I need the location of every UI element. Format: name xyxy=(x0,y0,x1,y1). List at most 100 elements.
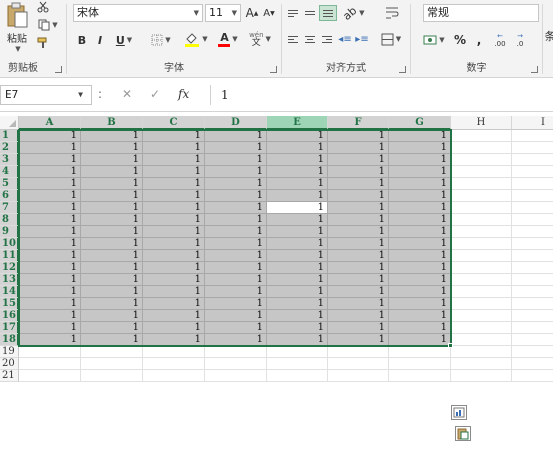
cell-i11[interactable] xyxy=(512,250,553,262)
align-top-button[interactable] xyxy=(286,6,300,20)
cell-c20[interactable] xyxy=(143,358,205,370)
cell-i15[interactable] xyxy=(512,298,553,310)
cell-b18[interactable]: 1 xyxy=(81,334,143,346)
cell-h1[interactable] xyxy=(451,130,512,142)
cell-e2[interactable]: 1 xyxy=(267,142,328,154)
name-box[interactable]: E7 ▼ xyxy=(0,85,92,105)
fill-handle[interactable] xyxy=(448,343,453,348)
cell-i8[interactable] xyxy=(512,214,553,226)
cell-h4[interactable] xyxy=(451,166,512,178)
cell-b13[interactable]: 1 xyxy=(81,274,143,286)
cell-c13[interactable]: 1 xyxy=(143,274,205,286)
row-header-8[interactable]: 8 xyxy=(0,214,19,226)
cell-d15[interactable]: 1 xyxy=(205,298,267,310)
cell-g6[interactable]: 1 xyxy=(389,190,451,202)
cell-c2[interactable]: 1 xyxy=(143,142,205,154)
quick-analysis-button[interactable] xyxy=(451,405,467,420)
align-middle-button[interactable] xyxy=(303,6,317,20)
cell-c21[interactable] xyxy=(143,370,205,382)
cell-g3[interactable]: 1 xyxy=(389,154,451,166)
row-header-12[interactable]: 12 xyxy=(0,262,19,274)
row-header-4[interactable]: 4 xyxy=(0,166,19,178)
cell-a5[interactable]: 1 xyxy=(19,178,81,190)
cell-i19[interactable] xyxy=(512,346,553,358)
cell-d4[interactable]: 1 xyxy=(205,166,267,178)
cell-c12[interactable]: 1 xyxy=(143,262,205,274)
cell-g18[interactable]: 1 xyxy=(389,334,451,346)
cell-e19[interactable] xyxy=(267,346,328,358)
cell-a12[interactable]: 1 xyxy=(19,262,81,274)
cell-i18[interactable] xyxy=(512,334,553,346)
cell-i17[interactable] xyxy=(512,322,553,334)
cell-a16[interactable]: 1 xyxy=(19,310,81,322)
cell-f8[interactable]: 1 xyxy=(328,214,389,226)
cell-b3[interactable]: 1 xyxy=(81,154,143,166)
cut-button[interactable] xyxy=(36,0,50,14)
cell-i4[interactable] xyxy=(512,166,553,178)
cell-f5[interactable]: 1 xyxy=(328,178,389,190)
cell-c19[interactable] xyxy=(143,346,205,358)
cell-b16[interactable]: 1 xyxy=(81,310,143,322)
cell-f6[interactable]: 1 xyxy=(328,190,389,202)
cell-e15[interactable]: 1 xyxy=(267,298,328,310)
format-painter-button[interactable] xyxy=(36,36,50,50)
cell-a17[interactable]: 1 xyxy=(19,322,81,334)
cell-d2[interactable]: 1 xyxy=(205,142,267,154)
cell-c7[interactable]: 1 xyxy=(143,202,205,214)
cell-e9[interactable]: 1 xyxy=(267,226,328,238)
decrease-indent-button[interactable]: ◂≡ xyxy=(338,32,352,46)
cell-g15[interactable]: 1 xyxy=(389,298,451,310)
cell-e1[interactable]: 1 xyxy=(267,130,328,142)
column-header-g[interactable]: G xyxy=(389,116,451,130)
cell-d8[interactable]: 1 xyxy=(205,214,267,226)
cell-g8[interactable]: 1 xyxy=(389,214,451,226)
row-header-14[interactable]: 14 xyxy=(0,286,19,298)
cell-h19[interactable] xyxy=(451,346,512,358)
cell-c9[interactable]: 1 xyxy=(143,226,205,238)
clipboard-launcher-icon[interactable] xyxy=(55,66,62,73)
cell-e11[interactable]: 1 xyxy=(267,250,328,262)
cell-i6[interactable] xyxy=(512,190,553,202)
cell-e3[interactable]: 1 xyxy=(267,154,328,166)
cell-h17[interactable] xyxy=(451,322,512,334)
cell-e18[interactable]: 1 xyxy=(267,334,328,346)
cell-d14[interactable]: 1 xyxy=(205,286,267,298)
cell-d20[interactable] xyxy=(205,358,267,370)
cell-d10[interactable]: 1 xyxy=(205,238,267,250)
cell-b14[interactable]: 1 xyxy=(81,286,143,298)
align-right-button[interactable] xyxy=(320,32,334,46)
cell-f7[interactable]: 1 xyxy=(328,202,389,214)
comma-style-button[interactable]: , xyxy=(473,32,485,48)
row-header-10[interactable]: 10 xyxy=(0,238,19,250)
cell-e12[interactable]: 1 xyxy=(267,262,328,274)
cell-b12[interactable]: 1 xyxy=(81,262,143,274)
cell-i2[interactable] xyxy=(512,142,553,154)
column-header-f[interactable]: F xyxy=(328,116,389,130)
row-header-16[interactable]: 16 xyxy=(0,310,19,322)
number-format-combo[interactable]: 常规 xyxy=(423,4,539,22)
increase-decimal-button[interactable]: ← .00 xyxy=(491,30,509,50)
cell-g11[interactable]: 1 xyxy=(389,250,451,262)
cell-i9[interactable] xyxy=(512,226,553,238)
font-launcher-icon[interactable] xyxy=(270,66,277,73)
cell-f20[interactable] xyxy=(328,358,389,370)
cell-g12[interactable]: 1 xyxy=(389,262,451,274)
cell-c18[interactable]: 1 xyxy=(143,334,205,346)
cell-a21[interactable] xyxy=(19,370,81,382)
cell-d16[interactable]: 1 xyxy=(205,310,267,322)
cell-a18[interactable]: 1 xyxy=(19,334,81,346)
percent-button[interactable]: % xyxy=(452,32,468,48)
cell-e6[interactable]: 1 xyxy=(267,190,328,202)
shrink-font-button[interactable]: A ▼ xyxy=(261,5,277,21)
row-header-21[interactable]: 21 xyxy=(0,370,19,382)
cell-b6[interactable]: 1 xyxy=(81,190,143,202)
cell-d3[interactable]: 1 xyxy=(205,154,267,166)
row-header-11[interactable]: 11 xyxy=(0,250,19,262)
cell-g16[interactable]: 1 xyxy=(389,310,451,322)
italic-button[interactable]: I xyxy=(93,32,107,48)
cell-g1[interactable]: 1 xyxy=(389,130,451,142)
row-header-1[interactable]: 1 xyxy=(0,130,19,142)
enter-icon[interactable]: ✓ xyxy=(150,87,160,101)
cell-a7[interactable]: 1 xyxy=(19,202,81,214)
cell-f14[interactable]: 1 xyxy=(328,286,389,298)
